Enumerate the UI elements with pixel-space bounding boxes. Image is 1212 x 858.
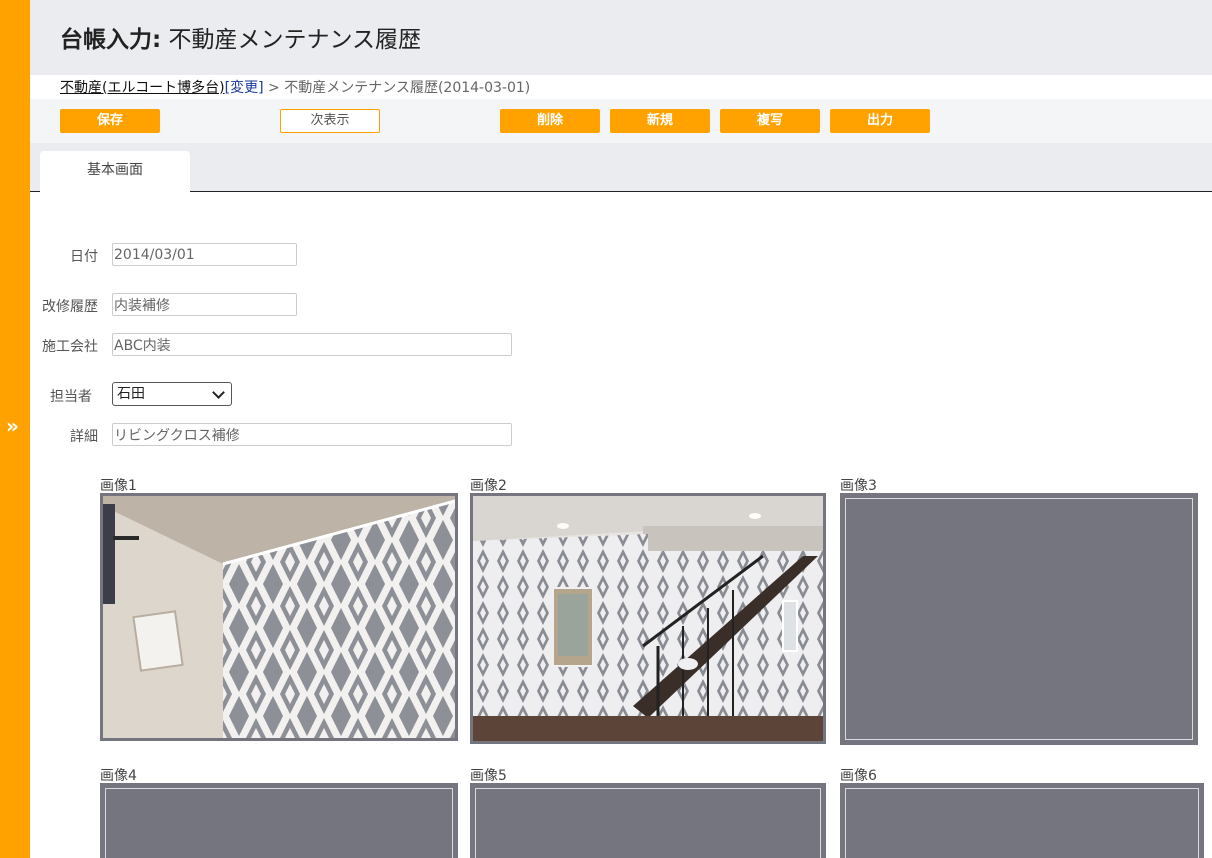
date-label: 日付 [70,249,98,265]
renovation-label: 改修履歴 [42,299,98,315]
image-2-photo[interactable] [470,493,826,744]
tab-basic[interactable]: 基本画面 [40,151,190,192]
image-2-label: 画像2 [470,478,507,494]
contractor-field[interactable] [112,333,512,356]
image-1-photo[interactable] [100,493,458,741]
image-4-placeholder[interactable] [100,783,458,858]
save-button[interactable]: 保存 [60,109,160,133]
page-header: 台帳入力: 不動産メンテナンス履歴 [30,0,1212,75]
image-5-placeholder[interactable] [470,783,826,858]
contractor-label: 施工会社 [42,339,98,355]
image-3-placeholder[interactable] [840,493,1198,745]
detail-input[interactable] [113,424,509,445]
image-6-placeholder[interactable] [840,783,1204,858]
breadcrumb-change-link[interactable]: [変更] [225,80,264,96]
person-select[interactable]: 石田 [112,382,232,406]
detail-field[interactable] [112,423,512,446]
breadcrumb-current: 不動産メンテナンス履歴(2014-03-01) [284,80,531,96]
breadcrumb-separator: > [268,80,280,96]
person-label: 担当者 [50,389,92,405]
renovation-input[interactable] [113,294,294,315]
image-6-label: 画像6 [840,768,877,784]
person-select-value: 石田 [117,386,145,402]
image-1-label: 画像1 [100,478,137,494]
delete-button[interactable]: 削除 [500,109,600,133]
living-staircase-image [473,496,823,741]
page-title: 台帳入力: 不動産メンテナンス履歴 [60,20,421,54]
page-title-text: 不動産メンテナンス履歴 [168,27,422,53]
breadcrumb-parent-link[interactable]: 不動産(エルコート博多台) [60,80,225,96]
image-4-label: 画像4 [100,768,137,784]
image-5-label: 画像5 [470,768,507,784]
renovation-field[interactable] [112,293,297,316]
date-field[interactable] [112,243,297,266]
image-3-label: 画像3 [840,478,877,494]
detail-label: 詳細 [70,429,98,445]
page-title-prefix: 台帳入力: [60,27,162,53]
chevron-down-icon [212,386,225,399]
room-wallpaper-image [103,496,455,738]
date-input[interactable] [113,244,294,265]
next-display-button[interactable]: 次表示 [280,109,380,133]
toolbar: 保存 次表示 削除 新規 複写 出力 [30,99,1212,143]
output-button[interactable]: 出力 [830,109,930,133]
new-button[interactable]: 新規 [610,109,710,133]
breadcrumb: 不動産(エルコート博多台)[変更] > 不動産メンテナンス履歴(2014-03-… [60,77,530,97]
tab-bar: 基本画面 [30,143,1212,192]
contractor-input[interactable] [113,334,509,355]
copy-button[interactable]: 複写 [720,109,820,133]
